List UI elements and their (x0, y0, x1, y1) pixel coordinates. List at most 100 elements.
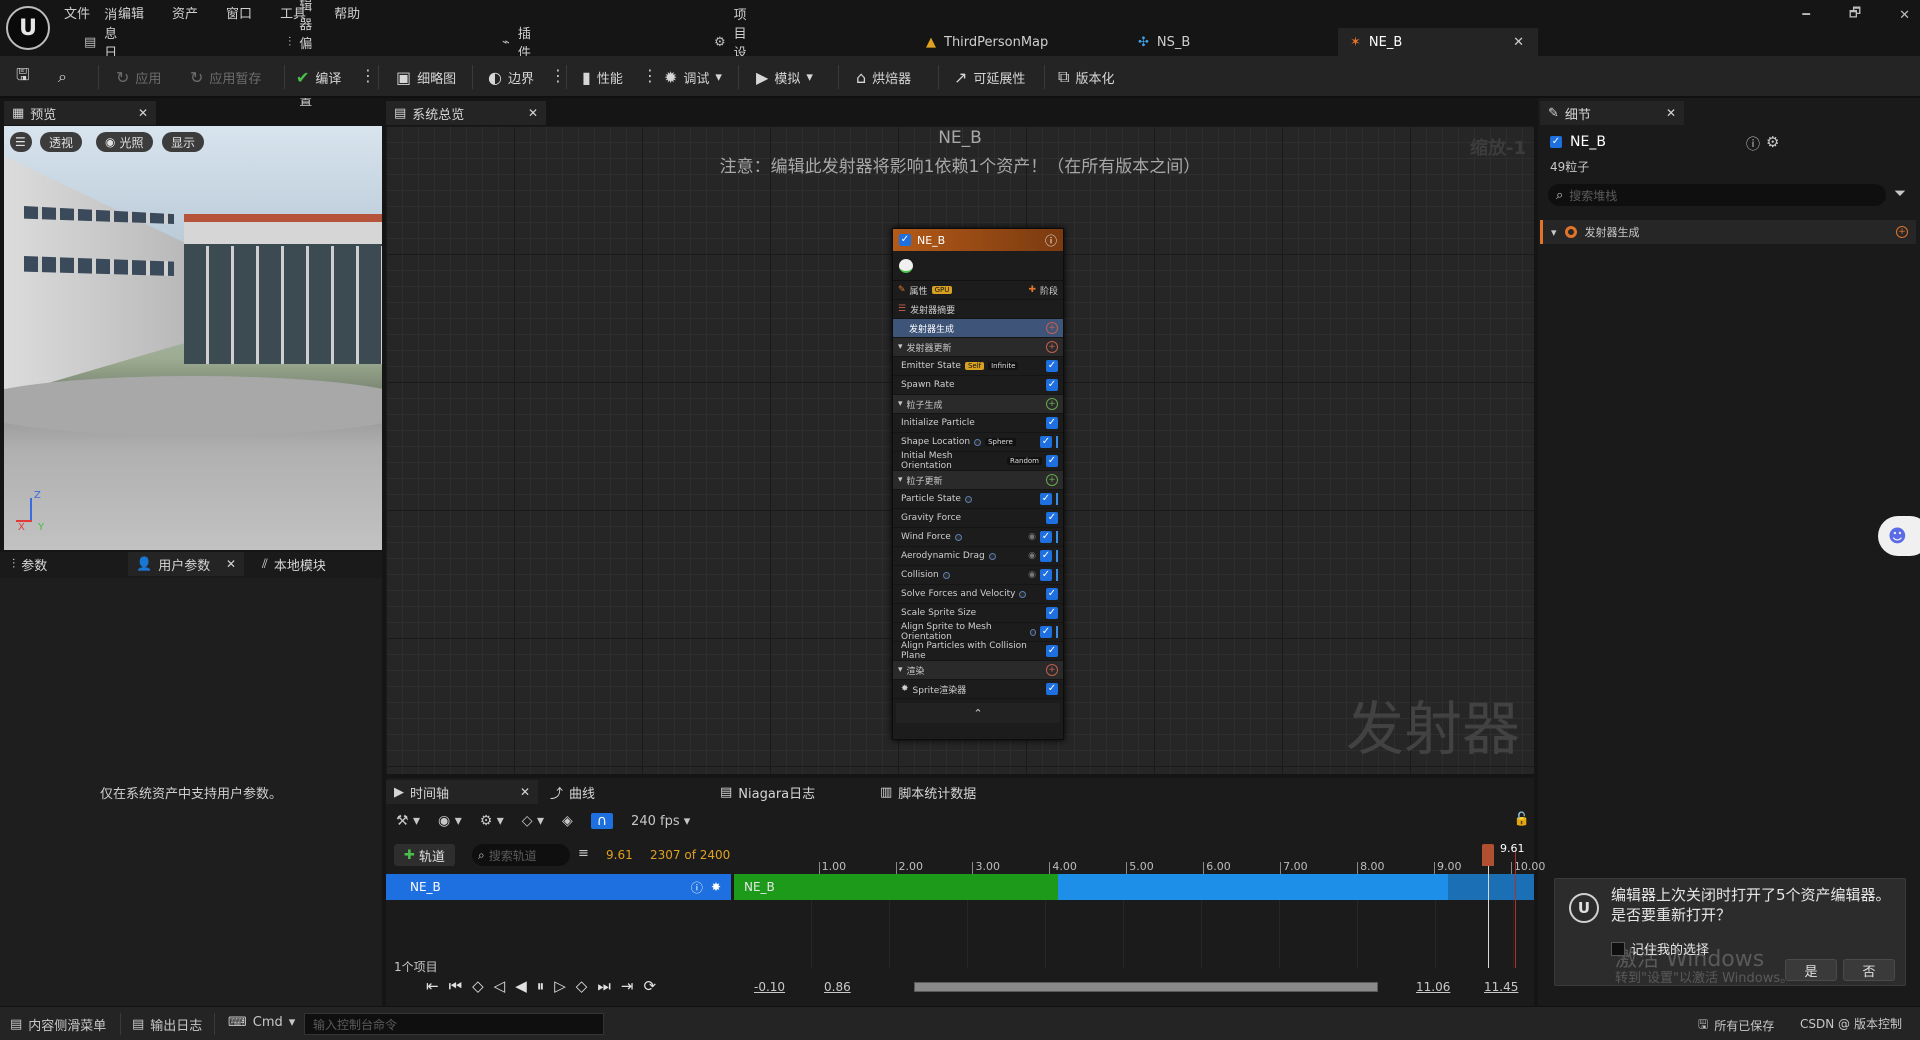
next-key-icon[interactable]: ⏭ (597, 977, 611, 995)
versioning-button[interactable]: ⧉ 版本化 (1058, 56, 1114, 98)
node-module-row[interactable]: Align Sprite to Mesh Orientation ✓ (893, 622, 1063, 642)
next-frame-icon[interactable]: ▷ (554, 977, 566, 995)
tab-user-parameters[interactable]: 👤 用户参数 ✕ (128, 552, 244, 576)
playhead-line[interactable] (1488, 850, 1489, 968)
module-enable-checkbox[interactable]: ✓ (1046, 588, 1058, 600)
tab-ne-b[interactable]: ✶ NE_B ✕ (1338, 28, 1538, 56)
module-enable-checkbox[interactable]: ✓ (1046, 645, 1058, 657)
time-ruler[interactable]: 1.00 2.00 3.00 4.00 5.00 6.00 7.00 8.00 9.00 10.0… (734, 850, 1545, 874)
apply-stash-button[interactable]: ↻ 应用暂存 (190, 56, 261, 98)
module-enable-checkbox[interactable]: ✓ (1046, 607, 1058, 619)
emitter-node-header[interactable]: ✓ NE_B ⓘ (893, 229, 1063, 251)
module-enable-checkbox[interactable]: ✓ (1046, 417, 1058, 429)
track-row[interactable]: NE_B ⓘ ✸ (386, 874, 731, 900)
source-control-status[interactable]: CSDN @ 版本控制 (1800, 1015, 1902, 1032)
node-module-row[interactable]: Shape Location Sphere ✓ (893, 433, 1063, 452)
close-tab-icon[interactable]: ✕ (1666, 106, 1676, 120)
browse-button[interactable]: ⌕ (58, 56, 67, 98)
node-module-row[interactable]: ✸ Sprite渲染器 ✓ (893, 680, 1063, 699)
module-enable-checkbox[interactable]: ✓ (1046, 360, 1058, 372)
tab-local-modules[interactable]: ⫽ 本地模块 (254, 552, 374, 576)
add-stage-button[interactable]: 阶段 (1040, 284, 1058, 297)
output-log-button[interactable]: ▤ 输出日志 (132, 1015, 202, 1034)
node-module-row[interactable]: Wind Force ◉ ✓ (893, 528, 1063, 547)
close-tab-icon[interactable]: ✕ (138, 106, 148, 120)
range-scrollbar[interactable] (914, 982, 1378, 992)
lit-button[interactable]: ◉ 光照 (96, 132, 153, 152)
node-section-header[interactable]: ▾ 粒子生成 + (893, 395, 1063, 414)
loop-icon[interactable]: ⟳ (643, 977, 656, 995)
node-section-header[interactable]: ▾ 渲染 + (893, 661, 1063, 680)
module-enable-checkbox[interactable]: ✓ (1046, 379, 1058, 391)
restore-icon[interactable]: 🗗 (1849, 4, 1861, 26)
node-module-row[interactable]: 发射器生成 + (893, 319, 1063, 338)
module-enable-checkbox[interactable]: ✓ (1046, 683, 1058, 695)
unreal-logo-icon[interactable]: U (6, 6, 50, 50)
bounds-options-icon[interactable]: ⋮ (550, 66, 566, 85)
node-module-row[interactable]: Align Particles with Collision Plane ✓ (893, 641, 1063, 661)
add-module-icon[interactable]: + (1046, 398, 1058, 410)
tab-curves[interactable]: ⤴ 曲线 (542, 780, 692, 804)
minimize-icon[interactable]: 🗕 (1802, 4, 1811, 26)
search-track-input[interactable]: ⌕ 搜索轨道 (472, 844, 570, 866)
preview-viewport[interactable]: ☰ 透视 ◉ 光照 显示 Z X Y (4, 126, 382, 550)
lock-icon[interactable]: 🔓 (1514, 812, 1530, 827)
module-enable-checkbox[interactable]: ✓ (1040, 626, 1052, 638)
settings-icon[interactable]: ⚙ (1766, 133, 1779, 151)
close-tab-icon[interactable]: ✕ (1513, 35, 1524, 50)
tab-third-person-map[interactable]: ▲ ThirdPersonMap (914, 28, 1062, 56)
node-module-row[interactable]: Emitter State Self Infinite ✓ (893, 357, 1063, 376)
search-stack-input[interactable]: ⌕ 搜索堆栈 (1548, 184, 1886, 206)
track-area[interactable] (734, 900, 1534, 968)
simulate-button[interactable]: ▶ 模拟 ▾ (756, 56, 813, 98)
save-button[interactable]: 🖫 (16, 56, 30, 98)
performance-button[interactable]: ▮ 性能 (582, 56, 623, 98)
tab-niagara-log[interactable]: ▤ Niagara日志 (712, 780, 862, 804)
node-module-row[interactable]: Spawn Rate ✓ (893, 376, 1063, 395)
add-module-icon[interactable]: + (1046, 322, 1058, 334)
module-enable-checkbox[interactable]: ✓ (1040, 531, 1052, 543)
next-keyframe-icon[interactable]: ◇ (576, 977, 588, 995)
content-drawer-button[interactable]: ▤ 内容侧滑菜单 (10, 1015, 106, 1034)
prev-keyframe-icon[interactable]: ◇ (472, 977, 484, 995)
prev-frame-icon[interactable]: ◁ (494, 977, 506, 995)
add-key-icon[interactable]: ◈ (562, 813, 573, 829)
emitter-node[interactable]: ✓ NE_B ⓘ ✎ 属性 GPU ✚ 阶段 ☰ 发射器摘要 发射器生成 + ▾ 发射器… (892, 228, 1064, 740)
show-button[interactable]: 显示 (162, 132, 205, 152)
remember-choice-checkbox[interactable]: 记住我的选择 (1611, 939, 1709, 958)
scalability-button[interactable]: ↗ 可延展性 (954, 56, 1025, 98)
node-module-row[interactable]: Initial Mesh Orientation Random ✓ (893, 451, 1063, 471)
close-window-icon[interactable]: ✕ (1899, 8, 1910, 23)
tab-editor-preferences[interactable]: ⫶ 编辑器偏好设置 (276, 0, 326, 109)
node-module-row[interactable]: Initialize Particle ✓ (893, 414, 1063, 433)
emitter-enable-checkbox[interactable]: ✓ (899, 234, 911, 246)
tools-icon[interactable]: ⚒ ▾ (396, 813, 420, 829)
info-icon[interactable]: ⓘ (1746, 134, 1760, 154)
tab-message-log[interactable]: ▤ 消息日志 (72, 8, 131, 80)
tab-details[interactable]: ✎ 细节 ✕ (1540, 101, 1684, 125)
eye-icon[interactable]: ◉ (1028, 551, 1036, 561)
apply-button[interactable]: ↻ 应用 (116, 56, 161, 98)
range-start[interactable]: -0.10 (754, 980, 785, 994)
add-module-icon[interactable]: + (1046, 341, 1058, 353)
debug-button[interactable]: ✹ 调试 ▾ (664, 56, 722, 98)
properties-row[interactable]: ✎ 属性 GPU ✚ 阶段 (893, 281, 1063, 300)
node-module-row[interactable]: Gravity Force ✓ (893, 509, 1063, 528)
no-button[interactable]: 否 (1843, 959, 1895, 981)
to-start-icon[interactable]: ⇤ (426, 977, 439, 995)
range-end[interactable]: 11.45 (1484, 980, 1518, 994)
node-module-row[interactable]: Solve Forces and Velocity ✓ (893, 585, 1063, 604)
tab-system-overview[interactable]: ▤ 系统总览 ✕ (386, 101, 546, 125)
gear-icon[interactable]: ⚙ ▾ (480, 813, 504, 829)
pause-icon[interactable]: ⏸ (537, 977, 545, 995)
to-end-icon[interactable]: ⇥ (621, 977, 634, 995)
baker-button[interactable]: ⌂ 烘焙器 (856, 56, 911, 98)
emitter-enabled-checkbox[interactable]: ✓ (1550, 136, 1562, 148)
fps-dropdown[interactable]: 240 fps ▾ (631, 814, 690, 829)
track-segment-green[interactable] (734, 874, 1058, 900)
node-module-row[interactable]: Scale Sprite Size ✓ (893, 604, 1063, 623)
add-module-icon[interactable]: + (1046, 664, 1058, 676)
node-section-header[interactable]: ▾ 发射器更新 + (893, 338, 1063, 357)
add-module-icon[interactable]: + (1046, 474, 1058, 486)
compile-button[interactable]: ✔ 编译 (296, 56, 341, 98)
